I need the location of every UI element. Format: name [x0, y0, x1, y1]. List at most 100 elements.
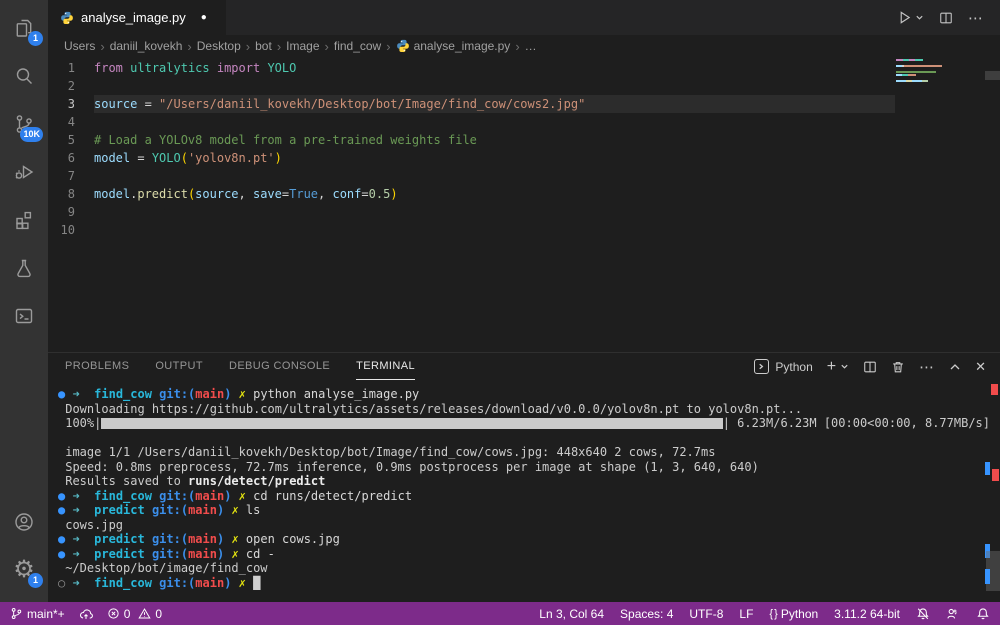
run-debug-icon	[12, 160, 36, 184]
split-editor-button[interactable]	[939, 11, 953, 25]
terminal-line: ● ➜ predict git:(main) ✗ open cows.jpg	[58, 532, 990, 547]
branch-status[interactable]: main*+	[10, 607, 65, 621]
encoding[interactable]: UTF-8	[689, 607, 723, 621]
code-line[interactable]: 2	[48, 77, 1000, 95]
breadcrumb-item[interactable]: analyse_image.py	[396, 39, 511, 53]
code-line[interactable]: 10	[48, 221, 1000, 239]
account-button[interactable]	[0, 498, 48, 546]
editor-actions: ⋯	[897, 0, 1000, 35]
tab-debug-console[interactable]: DEBUG CONSOLE	[229, 353, 330, 380]
minimap-line	[896, 59, 923, 61]
flask-icon	[12, 256, 36, 280]
code-line[interactable]: 9	[48, 203, 1000, 221]
close-panel-button[interactable]: ✕	[975, 359, 986, 375]
sidebar-item-extensions[interactable]	[0, 196, 48, 244]
sidebar-item-explorer[interactable]: 1	[0, 4, 48, 52]
tab-terminal[interactable]: TERMINAL	[356, 353, 415, 380]
minimap-line	[896, 65, 942, 67]
panel-more-actions-button[interactable]: ⋯	[919, 358, 935, 376]
play-icon	[897, 10, 912, 25]
minimap-line	[896, 77, 944, 79]
breadcrumb-item[interactable]: daniil_kovekh	[110, 39, 183, 53]
editor-overview-ruler[interactable]	[985, 71, 1000, 80]
terminal-overview-mark	[992, 469, 999, 481]
warning-icon	[138, 607, 151, 620]
panel-actions: Python + ⋯ ✕	[754, 358, 1000, 376]
tab-analyse-image[interactable]: analyse_image.py ●	[48, 0, 226, 35]
breadcrumb-separator-icon: ›	[515, 39, 519, 54]
code-line[interactable]: 5# Load a YOLOv8 model from a pre-traine…	[48, 131, 1000, 149]
person-feedback-icon	[946, 607, 960, 621]
do-not-disturb-button[interactable]	[916, 607, 930, 621]
indentation[interactable]: Spaces: 4	[620, 607, 673, 621]
problems-status[interactable]: 0 0	[107, 607, 162, 621]
breadcrumb-item[interactable]: Desktop	[197, 39, 241, 53]
tab-title: analyse_image.py	[81, 10, 186, 25]
minimap-line	[896, 74, 916, 76]
terminal-line: image 1/1 /Users/daniil_kovekh/Desktop/b…	[58, 445, 990, 460]
branch-label: main*+	[27, 607, 65, 621]
run-python-file-button[interactable]	[897, 10, 924, 25]
notifications-button[interactable]	[976, 607, 990, 621]
vscode-window: 1 10K	[0, 0, 1000, 625]
breadcrumb-item[interactable]: Users	[64, 39, 95, 53]
error-count: 0	[124, 607, 131, 621]
breadcrumb-item[interactable]: find_cow	[334, 39, 381, 53]
minimap-line	[896, 80, 928, 82]
new-terminal-button[interactable]: +	[827, 358, 849, 376]
more-actions-button[interactable]: ⋯	[968, 9, 984, 27]
sidebar-item-source-control[interactable]: 10K	[0, 100, 48, 148]
sidebar-item-run-debug[interactable]	[0, 148, 48, 196]
tab-output[interactable]: OUTPUT	[155, 353, 203, 380]
plus-icon: +	[827, 358, 836, 376]
cloud-upload-icon	[79, 607, 93, 621]
code-line[interactable]: 8model.predict(source, save=True, conf=0…	[48, 185, 1000, 203]
cursor-position[interactable]: Ln 3, Col 64	[539, 607, 604, 621]
settings-button[interactable]: ⚙ 1	[0, 546, 48, 594]
code-line[interactable]: 3source = "/Users/daniil_kovekh/Desktop/…	[48, 95, 1000, 113]
terminal-profile[interactable]: Python	[754, 359, 812, 374]
editor[interactable]: 1from ultralytics import YOLO23source = …	[48, 57, 1000, 352]
breadcrumb-separator-icon: ›	[246, 39, 250, 54]
sidebar-item-search[interactable]	[0, 52, 48, 100]
breadcrumb-separator-icon: ›	[100, 39, 104, 54]
code-line[interactable]: 6model = YOLO('yolov8n.pt')	[48, 149, 1000, 167]
tab-bar: analyse_image.py ● ⋯	[48, 0, 1000, 35]
activity-bar: 1 10K	[0, 0, 48, 602]
language-mode[interactable]: { } Python	[769, 607, 818, 621]
kill-terminal-button[interactable]	[891, 360, 905, 374]
sidebar-item-testing[interactable]	[0, 244, 48, 292]
breadcrumb-item[interactable]: …	[525, 39, 537, 53]
sidebar-item-terminal-ext[interactable]	[0, 292, 48, 340]
error-icon	[107, 607, 120, 620]
git-branch-icon	[10, 607, 23, 620]
feedback-button[interactable]	[946, 607, 960, 621]
minimap[interactable]	[896, 59, 944, 83]
minimap-line	[896, 71, 936, 73]
python-interpreter[interactable]: 3.11.2 64-bit	[834, 607, 900, 621]
maximize-panel-button[interactable]	[949, 361, 961, 373]
code-line[interactable]: 1from ultralytics import YOLO	[48, 59, 1000, 77]
code-line[interactable]: 7	[48, 167, 1000, 185]
eol-sequence[interactable]: LF	[739, 607, 753, 621]
code-line[interactable]: 4	[48, 113, 1000, 131]
publish-changes-button[interactable]	[79, 607, 93, 621]
status-bar-right: Ln 3, Col 64 Spaces: 4 UTF-8 LF { } Pyth…	[523, 607, 990, 621]
terminal-line: 100%|| 6.23M/6.23M [00:00<00:00, 8.77MB/…	[58, 416, 990, 431]
terminal-line: ~/Desktop/bot/image/find_cow	[58, 561, 990, 576]
breadcrumb-item[interactable]: Image	[286, 39, 319, 53]
terminal-line: ● ➜ find_cow git:(main) ✗ cd runs/detect…	[58, 489, 990, 504]
braces-icon: { }	[769, 608, 776, 620]
terminal-line: ● ➜ predict git:(main) ✗ ls	[58, 503, 990, 518]
chevron-down-icon	[915, 13, 924, 22]
bell-icon	[976, 607, 990, 621]
modified-dot-icon[interactable]: ●	[201, 12, 207, 23]
breadcrumb-item[interactable]: bot	[255, 39, 272, 53]
split-terminal-button[interactable]	[863, 360, 877, 374]
terminal-output[interactable]: ● ➜ find_cow git:(main) ✗ python analyse…	[48, 380, 1000, 590]
terminal-overview-mark	[991, 384, 998, 395]
python-icon	[396, 39, 410, 53]
tab-problems[interactable]: PROBLEMS	[65, 353, 129, 380]
terminal-line: Results saved to runs/detect/predict	[58, 474, 990, 489]
terminal-icon	[12, 304, 36, 328]
